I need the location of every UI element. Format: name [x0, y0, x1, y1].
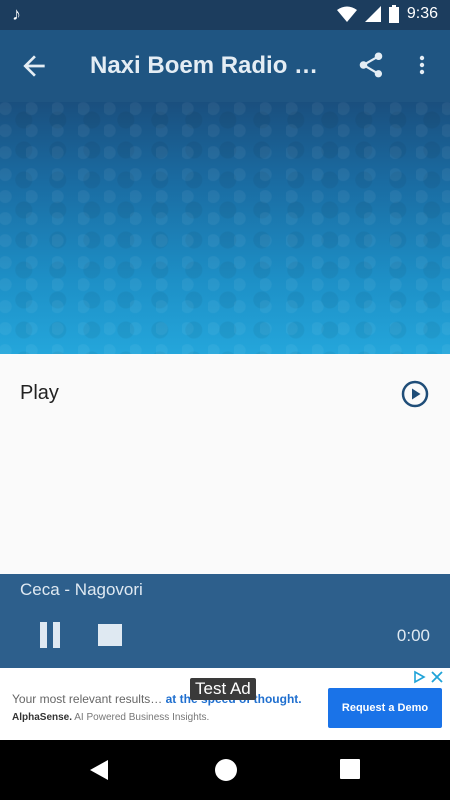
play-list-item[interactable]: Play: [0, 354, 450, 434]
more-vert-icon[interactable]: [410, 50, 434, 80]
nav-home-icon[interactable]: [214, 758, 238, 782]
stop-icon[interactable]: [98, 624, 122, 646]
play-label: Play: [20, 382, 59, 404]
wifi-icon: [336, 6, 357, 22]
ad-brand: AlphaSense. AI Powered Business Insights…: [12, 712, 209, 723]
nav-back-icon[interactable]: [88, 758, 110, 782]
close-icon[interactable]: [430, 670, 444, 684]
share-icon[interactable]: [356, 50, 386, 80]
ad-brand-tagline: AI Powered Business Insights.: [72, 712, 210, 723]
elapsed-time: 0:00: [396, 626, 430, 645]
pause-icon[interactable]: [38, 622, 62, 648]
nav-recents-icon[interactable]: [340, 759, 360, 779]
ad-banner[interactable]: Test Ad Your most relevant results… at t…: [0, 668, 450, 740]
music-note-icon: ♪: [12, 4, 21, 24]
system-nav-bar: [0, 740, 450, 800]
status-icons: 9:36: [336, 5, 438, 23]
player-bar: Ceca - Nagovori 0:00: [0, 574, 450, 668]
page-title: Naxi Boem Radio B…: [90, 52, 330, 79]
app-bar: Naxi Boem Radio B…: [0, 30, 450, 102]
arrow-back-icon[interactable]: [18, 50, 50, 82]
adchoices-icon[interactable]: [412, 670, 426, 684]
play-circle-icon[interactable]: [401, 380, 429, 408]
track-title: Ceca - Nagovori: [20, 580, 143, 599]
test-ad-badge: Test Ad: [190, 678, 256, 700]
battery-icon: [388, 5, 399, 23]
header-artwork: [0, 102, 450, 354]
ad-headline-plain: Your most relevant results…: [12, 692, 166, 706]
signal-icon: [364, 6, 381, 22]
ad-brand-name: AlphaSense.: [12, 712, 73, 723]
request-demo-button[interactable]: Request a Demo: [328, 688, 442, 728]
status-time: 9:36: [406, 5, 438, 22]
ad-headline[interactable]: Your most relevant results… at the speed…: [12, 692, 302, 706]
status-bar: ♪ 9:36: [0, 0, 450, 30]
